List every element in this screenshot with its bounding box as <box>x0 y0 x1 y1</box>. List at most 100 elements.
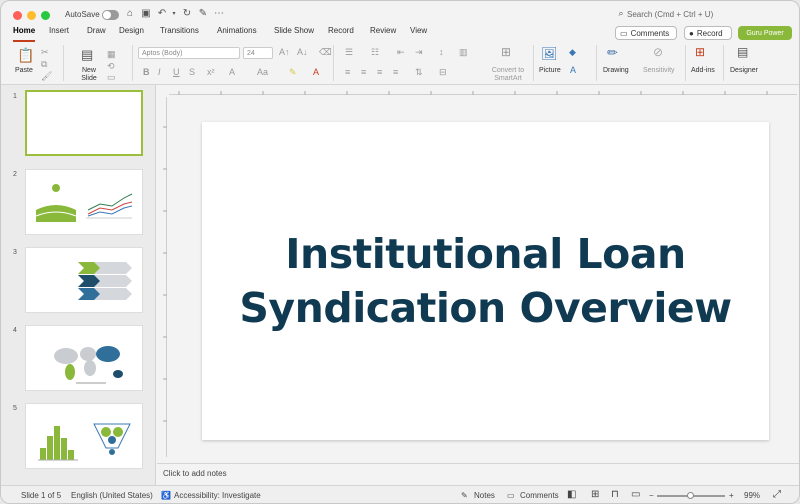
shrink-font-icon[interactable]: A↓ <box>297 47 308 57</box>
more-icon[interactable]: ⋯ <box>213 8 225 19</box>
format-painter-icon[interactable]: 🖌 <box>41 71 52 82</box>
new-slide-icon[interactable]: ▤ <box>81 47 93 63</box>
search-box[interactable]: Search (Cmd + Ctrl + U) <box>627 10 713 19</box>
font-color-icon[interactable]: A <box>313 67 319 77</box>
accessibility-status[interactable]: Accessibility: Investigate <box>174 491 261 500</box>
slide-title-line-2: Syndication Overview <box>239 284 732 332</box>
zoom-out-icon[interactable]: − <box>649 491 654 500</box>
tab-review[interactable]: Review <box>370 26 396 35</box>
tab-record[interactable]: Record <box>328 26 354 35</box>
clear-format-icon[interactable]: A <box>229 67 235 77</box>
tab-design[interactable]: Design <box>119 26 144 35</box>
tab-draw[interactable]: Draw <box>87 26 106 35</box>
normal-view-icon[interactable]: ◧ <box>567 489 576 500</box>
bold-icon[interactable]: B <box>143 67 150 77</box>
columns-icon[interactable]: ▥ <box>459 47 468 58</box>
maximize-window-button[interactable] <box>41 11 50 20</box>
designer-label[interactable]: Designer <box>730 67 758 74</box>
align-right-icon[interactable]: ≡ <box>377 67 382 77</box>
drawing-icon[interactable]: ✏ <box>607 45 618 61</box>
paste-icon[interactable]: 📋 <box>17 47 34 64</box>
autosave-toggle[interactable] <box>102 10 119 20</box>
grow-font-icon[interactable]: A↑ <box>279 47 290 57</box>
paste-label[interactable]: Paste <box>15 67 33 74</box>
format-painter-qa-icon[interactable]: ✎ <box>197 8 209 19</box>
strikethrough-icon[interactable]: S <box>189 67 195 77</box>
slide-title[interactable]: Institutional Loan Syndication Overview <box>239 227 732 335</box>
slide-sorter-icon[interactable]: ⊞ <box>591 489 599 500</box>
guru-power-button[interactable]: Guru Power <box>738 26 792 40</box>
save-icon[interactable]: ▣ <box>140 8 152 19</box>
tab-view[interactable]: View <box>410 26 427 35</box>
line-spacing-icon[interactable]: ↕ <box>439 47 444 57</box>
zoom-in-icon[interactable]: + <box>729 491 734 500</box>
slideshow-view-icon[interactable]: ▭ <box>631 489 640 500</box>
separator <box>132 45 133 81</box>
change-case-icon[interactable]: Aa <box>257 67 268 77</box>
home-icon[interactable]: ⌂ <box>124 8 136 19</box>
notes-pane[interactable]: Click to add notes <box>157 463 799 483</box>
slide-thumbnail-5[interactable] <box>25 403 143 469</box>
layout-icon[interactable]: ▦ <box>107 49 116 60</box>
addins-icon[interactable]: ⊞ <box>695 45 705 59</box>
language-status[interactable]: English (United States) <box>71 491 153 500</box>
addins-label[interactable]: Add-ins <box>691 67 715 74</box>
font-name-select[interactable]: Aptos (Body) <box>138 47 240 59</box>
zoom-level[interactable]: 99% <box>744 491 760 500</box>
reading-view-icon[interactable]: ⊓ <box>611 489 619 500</box>
outdent-icon[interactable]: ⇥ <box>415 47 423 58</box>
bullets-icon[interactable]: ☰ <box>345 47 353 58</box>
superscript-icon[interactable]: x² <box>207 67 215 77</box>
drawing-label[interactable]: Drawing <box>603 67 629 74</box>
slide-thumbnail-3[interactable] <box>25 247 143 313</box>
underline-icon[interactable]: U <box>173 67 180 77</box>
designer-icon[interactable]: ▤ <box>737 45 748 59</box>
slide-canvas[interactable]: Institutional Loan Syndication Overview <box>202 122 769 440</box>
tab-home[interactable]: Home <box>13 26 35 35</box>
tab-animations[interactable]: Animations <box>217 26 257 35</box>
shapes-icon[interactable]: ◆ <box>569 47 576 58</box>
slide-thumbnail-2[interactable] <box>25 169 143 235</box>
comments-button[interactable]: ▭ Comments <box>615 26 677 40</box>
text-direction-icon[interactable]: ⇅ <box>415 67 423 78</box>
picture-label[interactable]: Picture <box>539 67 561 74</box>
smartart-icon[interactable]: ⊞ <box>501 45 511 59</box>
slide-thumbnail-1[interactable] <box>25 90 143 156</box>
tab-transitions[interactable]: Transitions <box>160 26 199 35</box>
undo-dropdown-icon[interactable]: ▾ <box>168 10 180 17</box>
justify-icon[interactable]: ≡ <box>393 67 398 77</box>
numbering-icon[interactable]: ☷ <box>371 47 379 58</box>
status-bar: Slide 1 of 5 English (United States) ♿ A… <box>1 485 799 503</box>
zoom-slider-handle[interactable] <box>687 492 694 499</box>
fit-slide-icon[interactable]: ⤢ <box>773 489 781 500</box>
indent-icon[interactable]: ⇤ <box>397 47 405 58</box>
convert-smartart-label[interactable]: Convert to SmartArt <box>487 67 529 83</box>
sensitivity-label[interactable]: Sensitivity <box>643 67 675 74</box>
align-center-icon[interactable]: ≡ <box>361 67 366 77</box>
section-icon[interactable]: ▭ <box>107 72 116 83</box>
textbox-icon[interactable]: A <box>570 65 576 75</box>
ribbon: 📋 Paste ✂ ⧉ 🖌 ▤ New Slide ▦ ⟲ ▭ B I U S … <box>1 41 799 85</box>
font-size-select[interactable]: 24 <box>243 47 273 59</box>
tab-insert[interactable]: Insert <box>49 26 69 35</box>
record-button[interactable]: ● Record <box>684 26 732 40</box>
italic-icon[interactable]: I <box>158 67 161 77</box>
notes-toggle[interactable]: Notes <box>474 491 495 500</box>
picture-icon[interactable]: 🖼 <box>541 46 558 62</box>
tab-slide-show[interactable]: Slide Show <box>274 26 314 35</box>
redo-icon[interactable]: ↻ <box>181 8 193 19</box>
reset-icon[interactable]: ⟲ <box>107 61 115 72</box>
align-left-icon[interactable]: ≡ <box>345 67 350 77</box>
copy-icon[interactable]: ⧉ <box>41 59 47 70</box>
highlight-icon[interactable]: ✎ <box>289 67 297 78</box>
clear-formatting-icon[interactable]: ⌫ <box>319 47 332 58</box>
cut-icon[interactable]: ✂ <box>41 47 49 58</box>
undo-icon[interactable]: ↶ <box>156 8 168 19</box>
sensitivity-icon[interactable]: ⊘ <box>653 45 663 59</box>
align-text-icon[interactable]: ⊟ <box>439 67 447 78</box>
minimize-window-button[interactable] <box>27 11 36 20</box>
close-window-button[interactable] <box>13 11 22 20</box>
slide-thumbnail-4[interactable] <box>25 325 143 391</box>
new-slide-label[interactable]: New Slide <box>77 67 101 83</box>
comments-toggle[interactable]: Comments <box>520 491 559 500</box>
